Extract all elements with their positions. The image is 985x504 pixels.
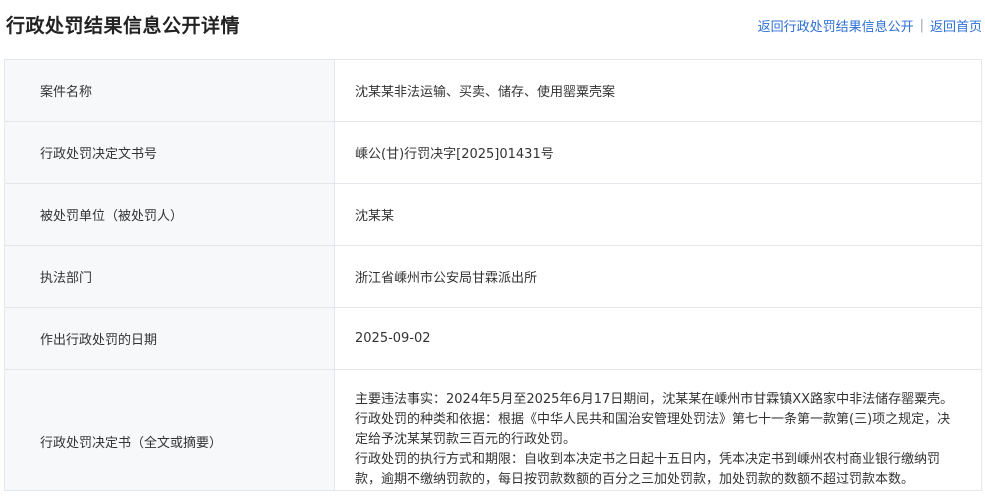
- decision-basis: 行政处罚的种类和依据：根据《中华人民共和国治安管理处罚法》第七十一条第一款第(三…: [355, 412, 951, 447]
- row-label: 行政处罚决定书（全文或摘要）: [4, 369, 335, 491]
- detail-table: 案件名称 沈某某非法运输、买卖、储存、使用罂粟壳案 行政处罚决定文书号 嵊公(甘…: [4, 59, 982, 491]
- row-label: 被处罚单位（被处罚人）: [4, 183, 335, 246]
- table-row-decision-text: 行政处罚决定书（全文或摘要） 主要违法事实：2024年5月至2025年6月17日…: [4, 369, 982, 491]
- table-row-case-name: 案件名称 沈某某非法运输、买卖、储存、使用罂粟壳案: [4, 59, 982, 122]
- table-row-decision-date: 作出行政处罚的日期 2025-09-02: [4, 307, 982, 370]
- table-row-penalized-party: 被处罚单位（被处罚人） 沈某某: [4, 183, 982, 246]
- row-label: 行政处罚决定文书号: [4, 121, 335, 184]
- row-label: 案件名称: [4, 59, 335, 122]
- link-separator: |: [919, 18, 924, 33]
- back-to-list-link[interactable]: 返回行政处罚结果信息公开: [758, 16, 914, 35]
- table-row-enforcement-dept: 执法部门 浙江省嵊州市公安局甘霖派出所: [4, 245, 982, 308]
- row-value: 浙江省嵊州市公安局甘霖派出所: [334, 245, 982, 308]
- row-value: 嵊公(甘)行罚决字[2025]01431号: [334, 121, 982, 184]
- row-label: 作出行政处罚的日期: [4, 307, 335, 370]
- table-row-document-number: 行政处罚决定文书号 嵊公(甘)行罚决字[2025]01431号: [4, 121, 982, 184]
- decision-text: 主要违法事实：2024年5月至2025年6月17日期间，沈某某在嵊州市甘霖镇XX…: [334, 369, 982, 491]
- header-links: 返回行政处罚结果信息公开 | 返回首页: [758, 16, 982, 35]
- decision-execution: 行政处罚的执行方式和期限：自收到本决定书之日起十五日内，凭本决定书到嵊州农村商业…: [355, 452, 941, 487]
- row-label: 执法部门: [4, 245, 335, 308]
- back-to-home-link[interactable]: 返回首页: [930, 16, 982, 35]
- row-value: 2025-09-02: [334, 307, 982, 370]
- decision-facts: 主要违法事实：2024年5月至2025年6月17日期间，沈某某在嵊州市甘霖镇XX…: [355, 392, 954, 407]
- row-value: 沈某某非法运输、买卖、储存、使用罂粟壳案: [334, 59, 982, 122]
- page-header: 行政处罚结果信息公开详情 返回行政处罚结果信息公开 | 返回首页: [0, 0, 985, 46]
- page-title: 行政处罚结果信息公开详情: [6, 15, 241, 37]
- row-value: 沈某某: [334, 183, 982, 246]
